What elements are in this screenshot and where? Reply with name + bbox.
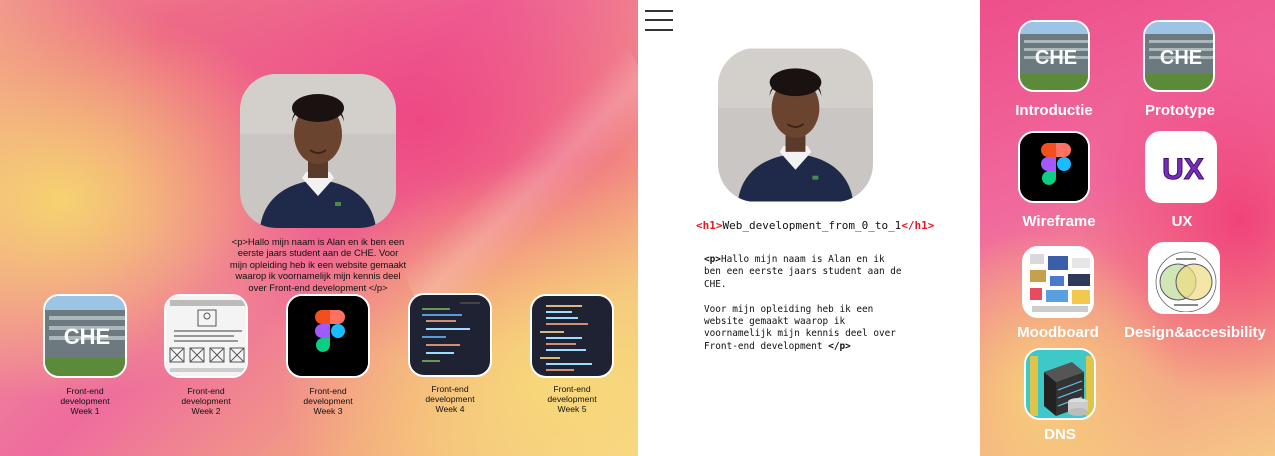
svg-text:CHE: CHE [1035,47,1077,69]
figma-icon [288,296,368,376]
profile-photo [718,48,873,202]
week-2-label: Front-end development Week 2 [181,386,231,417]
dns-app-icon[interactable] [1024,348,1096,420]
che-building-icon: CHE [1020,22,1088,90]
week-2-tile[interactable] [164,294,248,378]
right-panel: CHE Introductie CHE Prototype Wireframe [980,0,1275,456]
venn-diagram-icon [1150,244,1218,312]
ux-label: UX [1171,213,1193,230]
week-4-tile[interactable] [408,293,492,377]
moodboard-app-icon[interactable] [1022,246,1094,318]
moodboard-label: Moodboard [1017,324,1099,341]
moodboard-icon [1024,248,1092,316]
code-editor-icon [410,295,490,375]
design-accesibility-app-icon[interactable] [1148,242,1220,314]
server-icon [1026,350,1094,418]
wireframe-app-icon[interactable] [1018,131,1090,203]
svg-text:CHE: CHE [1160,47,1202,69]
figma-icon [1020,133,1088,201]
design-accesibility-label: Design&accesibility [1124,324,1266,341]
ux-icon: UX [1147,133,1215,201]
week-4-label: Front-end development Week 4 [425,384,475,415]
week-3-tile[interactable] [286,294,370,378]
profile-photo [240,74,396,228]
wireframe-label: Wireframe [1022,213,1096,230]
introductie-label: Introductie [1015,102,1093,119]
prototype-label: Prototype [1144,102,1215,119]
wireframe-sketch-icon [166,296,246,376]
page-title: <h1>Web_development_from_0_to_1</h1> [696,219,935,232]
hamburger-menu-icon[interactable] [645,8,673,32]
week-5-label: Front-end development Week 5 [547,384,597,415]
week-1-tile[interactable]: CHE [43,294,127,378]
che-building-icon: CHE [1145,22,1213,90]
page-title-text: Web_development_from_0_to_1 [722,219,902,232]
css-code-icon [532,296,612,376]
middle-panel: <h1>Web_development_from_0_to_1</h1> <p>… [638,0,980,456]
week-5-tile[interactable] [530,294,614,378]
ux-app-icon[interactable]: UX [1145,131,1217,203]
left-panel: <p>Hallo mijn naam is Alan en ik ben een… [0,0,638,456]
intro-paragraph: <p>Hallo mijn naam is Alan en ik ben een… [229,236,407,293]
svg-text:CHE: CHE [64,324,110,349]
intro-paragraph: <p>Hallo mijn naam is Alan en ik ben een… [704,254,902,352]
dns-label: DNS [1044,426,1076,443]
introductie-app-icon[interactable]: CHE [1018,20,1090,92]
svg-text:UX: UX [1162,153,1204,186]
prototype-app-icon[interactable]: CHE [1143,20,1215,92]
week-1-label: Front-end development Week 1 [60,386,110,417]
week-3-label: Front-end development Week 3 [303,386,353,417]
che-building-icon: CHE [45,296,125,376]
